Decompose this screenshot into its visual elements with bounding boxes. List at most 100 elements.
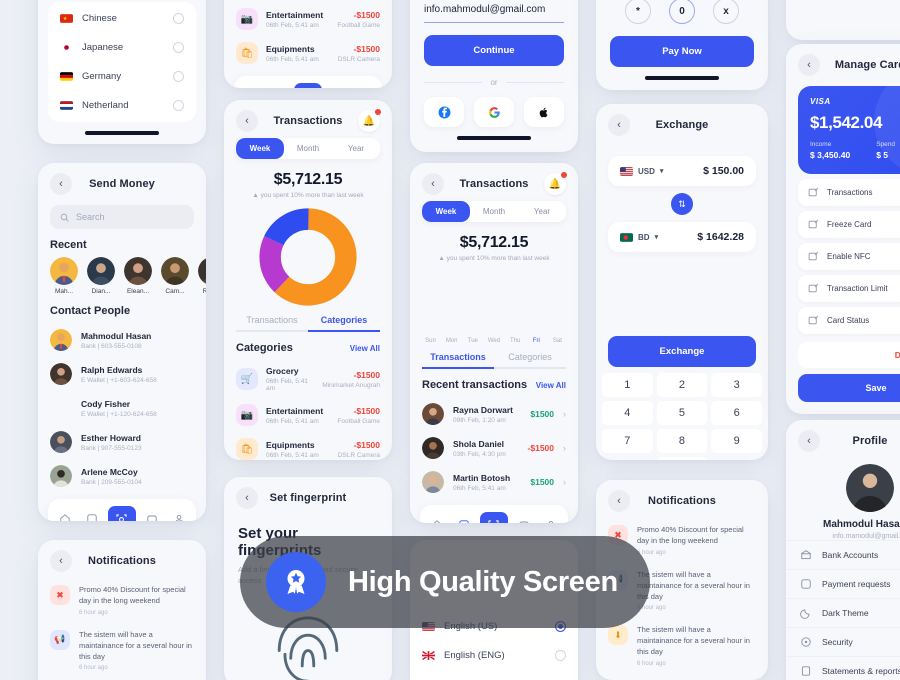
notification-row[interactable]: ✖ Promo 40% Discount for special day in … <box>38 578 206 623</box>
contact-row[interactable]: Ralph Edwards E Wallet | +1-603-624-658 <box>38 357 206 391</box>
key-6[interactable]: 6 <box>711 401 762 425</box>
segment-month[interactable]: Month <box>470 201 518 222</box>
save-button[interactable]: Save <box>798 374 900 402</box>
dial-key-x[interactable]: x <box>713 0 739 24</box>
language-row[interactable]: Netherland <box>48 91 196 120</box>
notification-bell-icon[interactable]: 🔔 <box>358 109 381 132</box>
view-all-link[interactable]: View All <box>536 381 566 390</box>
pay-now-button[interactable]: Pay Now <box>610 36 754 67</box>
exchange-to-value[interactable]: $ 1642.28 <box>697 231 744 243</box>
tab-stats[interactable] <box>81 508 103 521</box>
notification-bell-icon[interactable]: 🔔 <box>544 172 567 195</box>
back-icon[interactable]: ‹ <box>608 490 630 512</box>
profile-row-statements[interactable]: Statements & reports <box>786 656 900 680</box>
profile-row-dark-theme[interactable]: Dark Theme <box>786 598 900 627</box>
tab-transactions[interactable]: Transactions <box>422 352 494 369</box>
recent-contact[interactable]: Cam... <box>161 257 189 295</box>
key-8[interactable]: 8 <box>656 429 708 453</box>
contact-row[interactable]: Mahmodul Hasan Bank | 603-555-0108 <box>38 323 206 357</box>
tab-categories[interactable]: Categories <box>308 315 380 332</box>
recent-contacts-list[interactable]: Mah... Dian... Elean... Cam... Ralp... M… <box>38 257 206 295</box>
tab-profile[interactable] <box>540 514 562 523</box>
bottom-tab-bar[interactable] <box>420 505 568 523</box>
segment-month[interactable]: Month <box>284 138 332 159</box>
numeric-keypad[interactable]: 1 2 3 4 5 6 7 8 9 0 ⌫ <box>596 367 768 460</box>
tab-scan[interactable] <box>293 83 322 88</box>
tab-profile[interactable] <box>168 508 190 521</box>
manage-row-nfc[interactable]: Enable NFC <box>798 243 900 270</box>
manage-row-limit[interactable]: Transaction Limit <box>798 275 900 302</box>
exchange-to-field[interactable]: BD ▾ $ 1642.28 <box>608 222 756 252</box>
profile-row-payment-requests[interactable]: Payment requests <box>786 569 900 598</box>
chevron-right-icon[interactable]: › <box>563 443 566 453</box>
chevron-right-icon[interactable]: › <box>563 477 566 487</box>
key-5[interactable]: 5 <box>656 401 708 425</box>
key-9[interactable]: 9 <box>711 429 762 453</box>
transaction-tabs[interactable]: Transactions Categories <box>422 352 566 369</box>
delete-card-button[interactable]: Delete Card <box>798 342 900 368</box>
back-icon[interactable]: ‹ <box>50 173 72 195</box>
chevron-down-icon[interactable]: ▾ <box>660 167 664 175</box>
notification-row[interactable]: ✖ Promo 40% Discount for special day in … <box>596 674 768 680</box>
back-icon[interactable]: ‹ <box>798 430 820 452</box>
exchange-button[interactable]: Exchange <box>608 336 756 367</box>
credit-card[interactable]: VISA $1,542.04 Income $ 3,450.40 Spend $… <box>798 86 900 174</box>
key-4[interactable]: 4 <box>602 401 653 425</box>
tab-profile[interactable] <box>354 85 376 88</box>
currency-to-selector[interactable]: BD ▾ <box>620 233 658 242</box>
recent-contact[interactable]: Ralp... <box>198 257 206 295</box>
back-icon[interactable]: ‹ <box>798 54 820 76</box>
notification-row[interactable]: 📢 The sistem will have a maintainance fo… <box>38 623 206 679</box>
transaction-row[interactable]: Shola Daniel 03th Feb, 4:30 pm -$1500 › <box>410 431 578 465</box>
contact-row[interactable]: Cody Fisher E Wallet | +1-120-624-658 <box>38 391 206 425</box>
exchange-from-value[interactable]: $ 150.00 <box>703 165 744 177</box>
tab-scan[interactable] <box>107 506 136 521</box>
segment-week[interactable]: Week <box>236 138 284 159</box>
key-0[interactable]: 0 <box>656 457 708 460</box>
dial-key-star[interactable]: * <box>625 0 651 24</box>
apple-login-button[interactable] <box>524 97 564 127</box>
category-row[interactable]: 🛒 Grocery 06th Feb, 5:41 am -$1500 Minim… <box>224 360 392 398</box>
category-row[interactable]: 🛍 Equipments 06th Feb, 5:41 am -$1500 DS… <box>224 432 392 460</box>
back-icon[interactable]: ‹ <box>422 173 444 195</box>
tab-stats[interactable] <box>267 85 289 88</box>
period-segmented-control[interactable]: Week Month Year <box>236 138 380 159</box>
language-radio[interactable] <box>173 71 184 82</box>
search-input[interactable]: Search <box>50 205 194 229</box>
tab-home[interactable] <box>426 514 448 523</box>
bottom-tab-bar[interactable] <box>234 76 382 88</box>
transaction-row[interactable]: Rayna Dorwart 09th Feb, 1:20 am $1500 › <box>410 397 578 431</box>
profile-row-bank-accounts[interactable]: Bank Accounts <box>786 540 900 569</box>
transaction-row[interactable]: Martin Botosh 06th Feb, 5:41 am $1500 › <box>410 465 578 499</box>
chevron-down-icon[interactable]: ▾ <box>655 233 659 241</box>
view-all-link[interactable]: View All <box>350 344 380 353</box>
dial-row[interactable]: * 0 x <box>596 0 768 24</box>
contact-row[interactable]: Arlene McCoy Bank | 209-555-0104 <box>38 459 206 493</box>
key-2[interactable]: 2 <box>656 373 708 397</box>
language-row[interactable]: Japanese <box>48 33 196 62</box>
tab-wallet[interactable] <box>327 85 349 88</box>
chevron-right-icon[interactable]: › <box>563 409 566 419</box>
social-login-row[interactable] <box>424 97 564 127</box>
manage-row-freeze[interactable]: Freeze Card <box>798 211 900 238</box>
language-radio[interactable] <box>173 100 184 111</box>
segment-year[interactable]: Year <box>332 138 380 159</box>
transaction-tabs[interactable]: Transactions Categories <box>236 315 380 332</box>
language-radio[interactable] <box>173 13 184 24</box>
key-backspace[interactable]: ⌫ <box>711 457 762 460</box>
currency-from-selector[interactable]: USD ▾ <box>620 167 663 176</box>
key-7[interactable]: 7 <box>602 429 653 453</box>
notification-row[interactable]: ⬇ The sistem will have a maintainance fo… <box>596 618 768 674</box>
language-radio[interactable] <box>555 650 566 661</box>
tab-home[interactable] <box>54 508 76 521</box>
language-row[interactable]: English (ENG) <box>410 641 578 670</box>
language-row[interactable]: ★ Chinese <box>48 4 196 33</box>
back-icon[interactable]: ‹ <box>236 110 258 132</box>
language-radio[interactable] <box>173 42 184 53</box>
tab-scan[interactable] <box>479 512 508 523</box>
back-icon[interactable]: ‹ <box>236 487 258 509</box>
email-field[interactable]: info.mahmodul@gmail.com <box>424 2 564 23</box>
google-login-button[interactable] <box>474 97 514 127</box>
profile-row-security[interactable]: Security <box>786 627 900 656</box>
recent-contact[interactable]: Elean... <box>124 257 152 295</box>
